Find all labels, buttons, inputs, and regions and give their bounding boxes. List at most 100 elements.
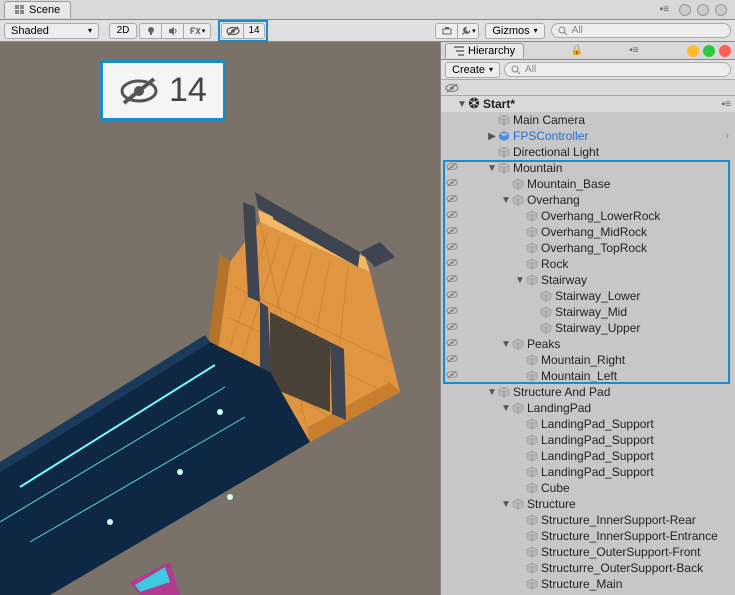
tree-row[interactable]: Directional Light [441,144,735,160]
lighting-toggle[interactable] [139,23,161,39]
expand-arrow[interactable]: ▼ [515,275,525,286]
expand-arrow[interactable]: ▶ [487,131,497,142]
hidden-count[interactable]: 14 [243,23,265,39]
tree-row[interactable]: Mountain_Left [441,368,735,384]
maximize-button[interactable] [703,45,715,57]
item-label: Structure_Main [539,577,622,591]
tree-row[interactable]: Structure_Main [441,576,735,592]
tree-row[interactable]: ▼Overhang [441,192,735,208]
tree-row[interactable]: Structure_OuterSupport-Front [441,544,735,560]
expand-arrow[interactable]: ▼ [501,195,511,206]
tree-row[interactable]: ▶FPSController› [441,128,735,144]
visibility-column-header [441,80,735,96]
tree-row[interactable]: Structure_InnerSupport-Rear [441,512,735,528]
expand-arrow[interactable]: ▼ [487,387,497,398]
hierarchy-tree[interactable]: ▼ Start* ▪≡ Main Camera▶FPSController›Di… [441,96,735,595]
search-icon [558,26,568,36]
tree-row[interactable]: LandingPad_Support [441,432,735,448]
tree-row[interactable]: ▼ Stairway [441,272,735,288]
tree-row[interactable]: ▼LandingPad [441,400,735,416]
grid-toggle[interactable] [435,23,457,39]
visibility-toggle[interactable] [445,274,459,286]
tree-row[interactable]: Structure_InnerSupport-Entrance [441,528,735,544]
item-label: LandingPad_Support [539,417,654,431]
tool-toggle[interactable]: ▾ [457,23,479,39]
item-label: Mountain_Right [539,353,625,367]
visibility-toggle[interactable] [445,226,459,238]
tree-row[interactable]: Mountain_Base [441,176,735,192]
context-menu-icon[interactable]: ▪≡ [660,4,673,16]
visibility-toggle[interactable] [445,194,459,206]
tree-row[interactable]: ▼Structure [441,496,735,512]
visibility-toggle[interactable] [445,290,459,302]
visibility-toggle[interactable] [445,178,459,190]
item-label: Stairway [539,273,587,287]
tree-row[interactable]: Mountain_Right [441,352,735,368]
scene-root-row[interactable]: ▼ Start* ▪≡ [441,96,735,112]
visibility-toggle[interactable] [445,258,459,270]
maximize-dot[interactable] [697,4,709,16]
gameobject-icon [511,177,525,191]
scene-viewport[interactable] [0,42,440,595]
lock-icon[interactable]: 🔒 [568,45,584,56]
tree-row[interactable]: ▼Mountain [441,160,735,176]
gameobject-icon [525,529,539,543]
visibility-toggle[interactable] [445,354,459,366]
hierarchy-search[interactable]: All [504,62,731,77]
tree-row[interactable]: LandingPad_Support [441,448,735,464]
context-menu-icon[interactable]: ▪≡ [629,45,642,56]
create-dropdown[interactable]: Create ▾ [445,62,500,78]
visibility-toggle[interactable] [445,242,459,254]
tree-row[interactable]: Overhang_LowerRock [441,208,735,224]
expand-arrow[interactable]: ▼ [501,499,511,510]
gameobject-icon [511,337,525,351]
tree-row[interactable]: Overhang_MidRock [441,224,735,240]
tree-row[interactable]: Cube [441,480,735,496]
tree-row[interactable]: Overhang_TopRock [441,240,735,256]
minimize-button[interactable] [687,45,699,57]
item-label: Stairway_Mid [553,305,627,319]
minimize-dot[interactable] [679,4,691,16]
gameobject-icon [511,193,525,207]
tree-row[interactable]: LandingPad_Support [441,416,735,432]
visibility-toggle[interactable] [221,23,243,39]
search-placeholder: All [572,25,583,36]
chevron-right-icon[interactable]: › [725,130,735,142]
expand-arrow[interactable]: ▼ [501,403,511,414]
expand-arrow[interactable]: ▼ [487,163,497,174]
expand-arrow[interactable]: ▼ [501,339,511,350]
item-label: Peaks [525,337,560,351]
gizmos-dropdown[interactable]: Gizmos ▾ [485,23,544,39]
mac-window-controls [687,45,731,57]
eye-slash-icon[interactable] [445,83,459,93]
scene-tab[interactable]: Scene [4,1,71,18]
tree-row[interactable]: Rock [441,256,735,272]
visibility-toggle[interactable] [445,306,459,318]
tree-row[interactable]: Main Camera [441,112,735,128]
tree-row[interactable]: ▼ Peaks [441,336,735,352]
tree-row[interactable]: LandingPad_Support [441,464,735,480]
tree-row[interactable]: Stairway_Upper [441,320,735,336]
fx-toggle[interactable]: ▾ [183,23,211,39]
tree-row[interactable]: ▼Structure And Pad [441,384,735,400]
shading-dropdown[interactable]: Shaded ▾ [4,23,99,39]
hidden-count-label: 14 [248,25,259,36]
visibility-toggle[interactable] [445,370,459,382]
expand-arrow[interactable]: ▼ [457,99,467,110]
2d-toggle[interactable]: 2D [109,23,137,39]
scene-search[interactable]: All [551,23,731,38]
tree-row[interactable]: Structurre_OuterSupport-Back [441,560,735,576]
audio-toggle[interactable] [161,23,183,39]
tree-row[interactable]: Stairway_Lower [441,288,735,304]
visibility-toggle[interactable] [445,210,459,222]
tree-row[interactable]: Stairway_Mid [441,304,735,320]
visibility-toggle[interactable] [445,162,459,174]
gameobject-icon [525,513,539,527]
close-dot[interactable] [715,4,727,16]
visibility-toggle[interactable] [445,338,459,350]
close-button[interactable] [719,45,731,57]
hierarchy-tab[interactable]: Hierarchy [445,43,524,58]
context-menu-icon[interactable]: ▪≡ [722,99,735,110]
item-label: Mountain_Left [539,369,617,383]
visibility-toggle[interactable] [445,322,459,334]
